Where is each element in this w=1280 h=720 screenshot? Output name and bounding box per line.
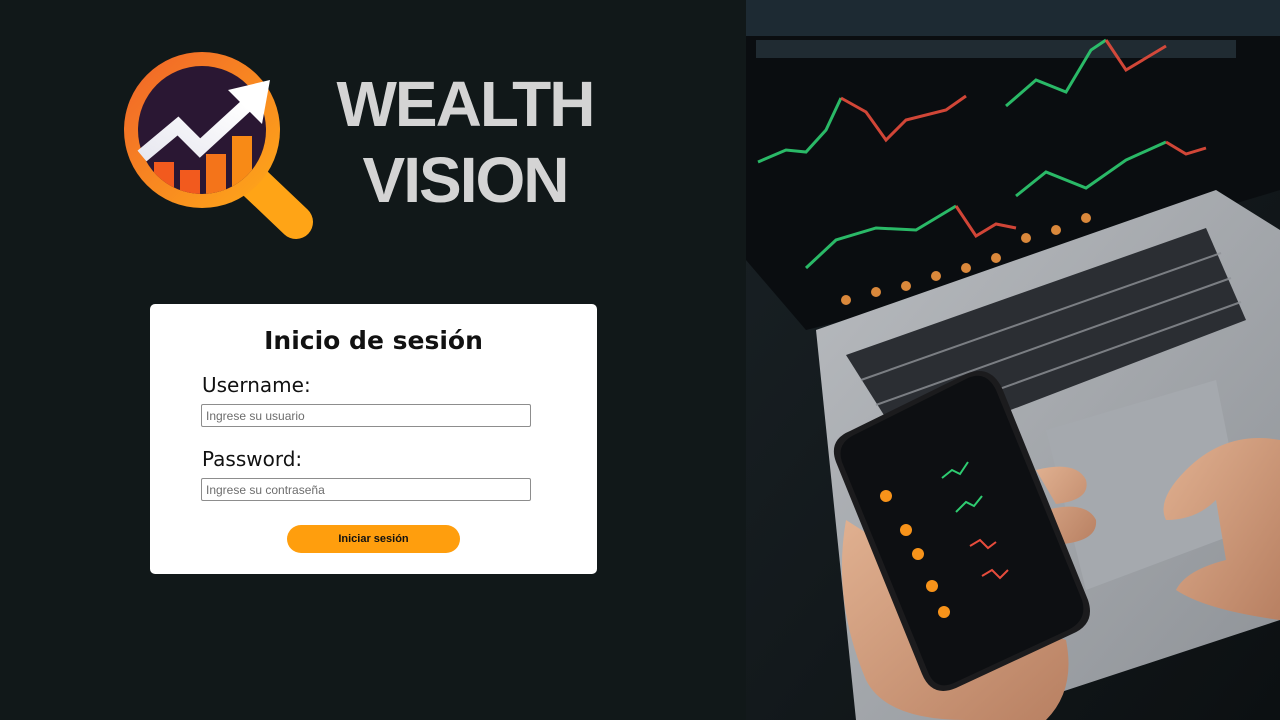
brand-line-2: VISION bbox=[362, 144, 570, 216]
password-label: Password: bbox=[202, 447, 303, 471]
wealth-vision-logo-icon bbox=[124, 52, 313, 239]
left-pane: WEALTH VISION Inicio de sesión Username:… bbox=[0, 0, 746, 720]
hero-photo-laptop-trading bbox=[746, 0, 1280, 720]
username-label: Username: bbox=[202, 373, 311, 397]
brand-wordmark: WEALTH VISION bbox=[330, 66, 600, 218]
username-input[interactable] bbox=[201, 404, 531, 427]
login-card: Inicio de sesión Username: Password: Ini… bbox=[150, 304, 597, 574]
password-input[interactable] bbox=[201, 478, 531, 501]
brand-line-1: WEALTH bbox=[336, 68, 596, 140]
login-button[interactable]: Iniciar sesión bbox=[287, 525, 460, 553]
login-title: Inicio de sesión bbox=[264, 326, 483, 355]
